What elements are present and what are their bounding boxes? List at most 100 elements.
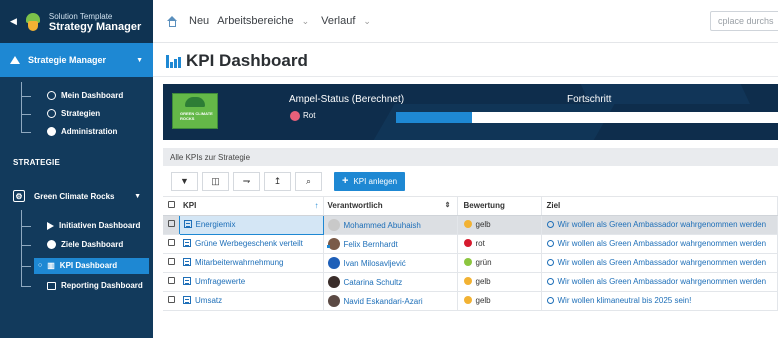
ziel-link[interactable]: Wir wollen als Green Ambassador wahrgeno… xyxy=(558,239,767,248)
kpi-link[interactable]: Energiemix xyxy=(196,220,236,229)
row-checkbox[interactable] xyxy=(163,215,179,235)
person-link[interactable]: Navid Eskandari-Azari xyxy=(344,297,423,306)
sidebar-item-administration[interactable]: Administration xyxy=(47,127,117,136)
row-checkbox[interactable] xyxy=(163,272,179,292)
table-row[interactable]: Umfragewerte Catarina Schultz gelb Wir w… xyxy=(163,272,778,292)
person-link[interactable]: Felix Bernhardt xyxy=(344,240,398,249)
ziel-cell[interactable]: Wir wollen als Green Ambassador wahrgeno… xyxy=(541,215,778,235)
column-header-ziel[interactable]: Ziel xyxy=(541,197,778,216)
sidebar-item-kpi-dashboard[interactable]: ○ ▥ KPI Dashboard xyxy=(38,261,117,270)
sidebar-item-mein-dashboard[interactable]: Mein Dashboard xyxy=(47,91,123,100)
bewertung-cell: gelb xyxy=(457,215,542,235)
kpi-icon xyxy=(183,239,191,247)
verantwortlich-cell[interactable]: Felix Bernhardt xyxy=(323,234,458,254)
kpi-cell[interactable]: Grüne Werbegeschenk verteilt xyxy=(179,234,324,254)
ziel-link[interactable]: Wir wollen als Green Ambassador wahrgeno… xyxy=(558,220,767,229)
strategy-selector[interactable]: ⚙ Green Climate Rocks ▼ xyxy=(0,184,153,208)
filter-button[interactable]: ▼ xyxy=(171,171,198,191)
sidebar-item-label: Administration xyxy=(61,127,118,136)
bewertung-cell: grün xyxy=(457,253,542,273)
search-button[interactable]: ⌕ xyxy=(295,171,322,191)
column-header-kpi[interactable]: KPI ↑ xyxy=(179,197,324,216)
rating-dot-icon xyxy=(463,277,472,285)
sidebar-item-reporting-dashboard[interactable]: Reporting Dashboard xyxy=(47,281,143,290)
kpi-link[interactable]: Grüne Werbegeschenk verteilt xyxy=(195,239,303,248)
kpi-link[interactable]: Mitarbeiterwahrnehmung xyxy=(195,258,284,267)
bar-chart-icon xyxy=(166,54,181,68)
settings-icon xyxy=(47,109,56,118)
kpi-cell[interactable]: Umsatz xyxy=(179,291,324,311)
ziel-cell[interactable]: Wir wollen als Green Ambassador wahrgeno… xyxy=(541,272,778,292)
ziel-cell[interactable]: Wir wollen als Green Ambassador wahrgeno… xyxy=(541,253,778,273)
columns-button[interactable]: ◫ xyxy=(202,171,229,191)
kpi-cell[interactable]: Mitarbeiterwahrnehmung xyxy=(179,253,324,273)
chevron-left-icon[interactable]: ◀ xyxy=(10,16,17,27)
sort-icon: ⇁ xyxy=(242,175,251,186)
app-subtitle: Solution Template xyxy=(48,11,113,21)
kpi-table-card: Alle KPIs zur Strategie ▼ ◫ ⇁ ↥ ⌕ + KPI … xyxy=(163,148,778,338)
kpi-cell[interactable]: Umfragewerte xyxy=(179,272,324,292)
kpi-link[interactable]: Umfragewerte xyxy=(195,277,245,286)
verantwortlich-cell[interactable]: Ivan Milosavljević xyxy=(323,253,458,273)
person-link[interactable]: Mohammed Abuhaish xyxy=(344,221,421,230)
column-header-bewertung[interactable]: Bewertung xyxy=(457,197,542,216)
avatar xyxy=(327,218,340,231)
bewertung-cell: gelb xyxy=(457,291,542,311)
target-icon xyxy=(546,259,554,266)
table-row[interactable]: Mitarbeiterwahrnehmung Ivan Milosavljevi… xyxy=(163,253,778,273)
row-checkbox[interactable] xyxy=(163,291,179,311)
ziel-link[interactable]: Wir wollen als Green Ambassador wahrgeno… xyxy=(558,258,767,267)
person-link[interactable]: Catarina Schultz xyxy=(344,278,403,287)
chevron-down-icon[interactable]: ⌄ xyxy=(363,16,371,27)
page-title-text: KPI Dashboard xyxy=(186,51,308,70)
row-checkbox[interactable] xyxy=(163,234,179,254)
sidebar-item-initiativen-dashboard[interactable]: Initiativen Dashboard xyxy=(47,221,140,230)
nav-arbeitsbereiche[interactable]: Arbeitsbereiche xyxy=(217,15,293,27)
strategie-manager-label: Strategie Manager xyxy=(28,55,107,65)
tree-branch xyxy=(21,114,31,115)
card-title: Alle KPIs zur Strategie xyxy=(163,148,778,166)
app-title: Strategy Manager xyxy=(48,20,142,33)
filter-icon: ▼ xyxy=(180,176,189,186)
person-link[interactable]: Ivan Milosavljević xyxy=(344,259,406,268)
verantwortlich-cell[interactable]: Navid Eskandari-Azari xyxy=(323,291,458,311)
ziel-link[interactable]: Wir wollen als Green Ambassador wahrgeno… xyxy=(558,277,767,286)
column-header-verantwortlich[interactable]: Verantwortlich ⇕ xyxy=(323,197,458,216)
strategy-image-text: GREEN CLIMATE ROCKS xyxy=(180,111,213,121)
group-icon: ↥ xyxy=(273,175,282,186)
play-icon xyxy=(47,221,54,230)
table-row[interactable]: Grüne Werbegeschenk verteilt Felix Bernh… xyxy=(163,234,778,254)
progress-text: 40% xyxy=(483,113,498,120)
sidebar-item-strategien[interactable]: Strategien xyxy=(47,109,100,118)
sidebar-header[interactable]: ◀ Solution Template Strategy Manager xyxy=(0,0,153,43)
chevron-down-icon[interactable]: ▼ xyxy=(134,193,141,200)
page-title: KPI Dashboard xyxy=(166,51,308,71)
kpi-anlegen-button[interactable]: + KPI anlegen xyxy=(334,171,406,191)
ziel-cell[interactable]: Wir wollen als Green Ambassador wahrgeno… xyxy=(541,234,778,254)
group-button[interactable]: ↥ xyxy=(264,171,291,191)
rating-dot-icon xyxy=(463,296,472,304)
kpi-link[interactable]: Umsatz xyxy=(195,296,222,305)
verantwortlich-cell[interactable]: Mohammed Abuhaish xyxy=(323,215,458,235)
bewertung-cell: rot xyxy=(457,234,542,254)
table-row[interactable]: Umsatz Navid Eskandari-Azari gelb Wir wo… xyxy=(163,291,778,311)
ziel-cell[interactable]: Wir wollen klimaneutral bis 2025 sein! xyxy=(541,291,778,311)
table-row[interactable]: Energiemix Mohammed Abuhaish gelb Wir wo… xyxy=(163,214,778,235)
strategie-manager-menu[interactable]: Strategie Manager ▼ xyxy=(0,43,153,77)
nav-neu[interactable]: Neu xyxy=(189,15,209,27)
sidebar-item-ziele-dashboard[interactable]: Ziele Dashboard xyxy=(47,240,123,249)
select-all-checkbox[interactable] xyxy=(163,197,179,216)
sort-button[interactable]: ⇁ xyxy=(233,171,260,191)
kpi-cell[interactable]: Energiemix xyxy=(178,214,324,235)
chevron-down-icon[interactable]: ⌄ xyxy=(302,16,310,27)
row-checkbox[interactable] xyxy=(163,253,179,273)
home-icon[interactable] xyxy=(167,15,178,27)
chevron-down-icon[interactable]: ▼ xyxy=(136,57,143,64)
ziel-link[interactable]: Wir wollen klimaneutral bis 2025 sein! xyxy=(558,296,692,305)
rating-dot-icon xyxy=(463,258,472,266)
rating-label: gelb xyxy=(475,296,491,305)
search-input[interactable]: cplace durchs xyxy=(710,11,778,31)
strategy-name: Green Climate Rocks xyxy=(34,191,115,201)
verantwortlich-cell[interactable]: Catarina Schultz xyxy=(323,272,458,292)
nav-verlauf[interactable]: Verlauf xyxy=(321,15,355,27)
